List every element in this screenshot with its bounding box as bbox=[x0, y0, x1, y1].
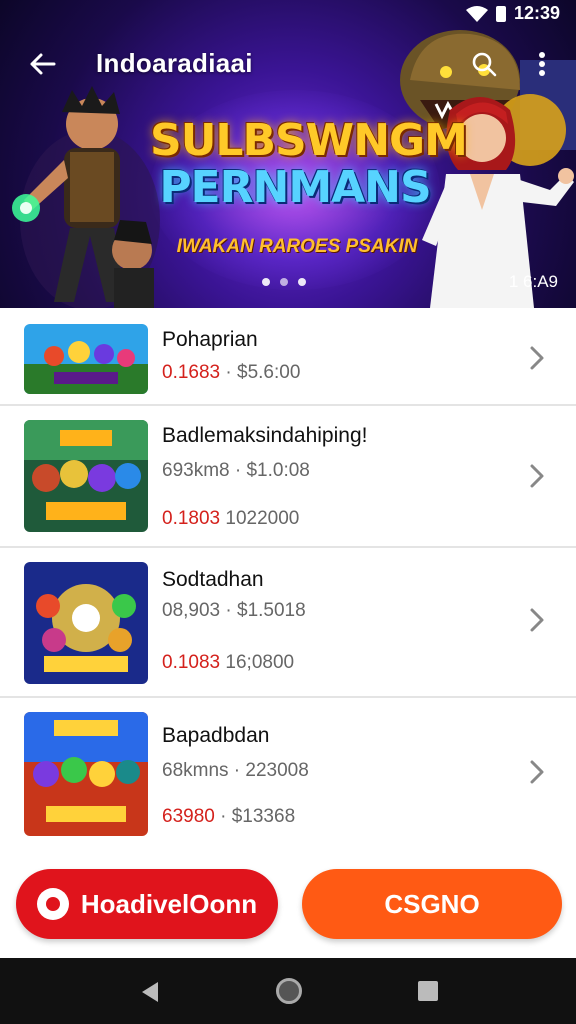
list-item[interactable]: Sodtadhan 08,903 · $1.5018 0.1083 16;080… bbox=[0, 548, 576, 698]
list-item[interactable]: Bapadbdan 68kmns · 223008 63980 · $13368 bbox=[0, 698, 576, 846]
more-vertical-icon bbox=[539, 52, 545, 76]
search-button[interactable] bbox=[464, 44, 504, 84]
status-bar: 12:39 bbox=[0, 0, 576, 28]
game-thumbnail bbox=[24, 712, 148, 836]
primary-action-button[interactable]: HoadivelOonn bbox=[16, 869, 278, 939]
item-title: Bapadbdan bbox=[162, 724, 270, 747]
item-price-row: 0.1803 1022000 bbox=[162, 508, 299, 530]
item-stats-row: 68kmns · 223008 bbox=[162, 760, 309, 782]
list-item[interactable]: Badlemaksindahiping! 693km8 · $1.0:08 0.… bbox=[0, 406, 576, 548]
list-item[interactable]: Pohaprian 0.1683 · $5.6:00 bbox=[0, 308, 576, 406]
banner-page-indicator bbox=[262, 278, 306, 286]
banner-counter: 1 6:A9 bbox=[508, 272, 558, 291]
item-price-red: 0.1803 bbox=[162, 508, 221, 529]
nav-back-icon[interactable] bbox=[140, 980, 160, 1004]
game-thumbnail bbox=[24, 562, 148, 684]
nav-home-icon[interactable] bbox=[276, 978, 302, 1004]
primary-action-label: HoadivelOonn bbox=[80, 888, 258, 919]
item-stats-row: 693km8 · $1.0:08 bbox=[162, 460, 310, 482]
item-price-row: 63980 · $13368 bbox=[162, 806, 295, 828]
record-icon bbox=[36, 888, 69, 920]
game-thumbnail bbox=[24, 420, 148, 532]
more-options-button[interactable] bbox=[522, 44, 562, 84]
item-price-detail: · $13368 bbox=[220, 806, 296, 827]
page-dot[interactable] bbox=[280, 278, 288, 286]
item-price-detail: 1022000 bbox=[225, 508, 300, 529]
item-stats-detail: 68kmns · 223008 bbox=[162, 760, 309, 781]
item-price-row: 0.1683 · $5.6:00 bbox=[162, 362, 300, 384]
item-stats-detail: 08,903 · $1.5018 bbox=[162, 600, 306, 621]
banner-subtitle: IWAKAN RAROES PSAKIN bbox=[176, 236, 418, 257]
item-title: Sodtadhan bbox=[162, 568, 264, 591]
secondary-action-label: CSGNO bbox=[384, 888, 480, 919]
chevron-right-icon[interactable] bbox=[524, 344, 548, 372]
item-price-row: 0.1083 16;0800 bbox=[162, 652, 294, 674]
status-icons: 12:39 bbox=[465, 3, 560, 24]
battery-icon bbox=[495, 5, 506, 22]
chevron-right-icon[interactable] bbox=[524, 606, 548, 634]
chevron-right-icon[interactable] bbox=[524, 462, 548, 490]
page-dot[interactable] bbox=[262, 278, 270, 286]
item-price-red: 63980 bbox=[162, 806, 215, 827]
page-dot[interactable] bbox=[298, 278, 306, 286]
nav-recents-icon[interactable] bbox=[418, 981, 438, 1001]
status-time: 12:39 bbox=[513, 3, 560, 23]
item-stats-row: 08,903 · $1.5018 bbox=[162, 600, 306, 622]
banner-title-line2: PERNMANS bbox=[159, 162, 431, 213]
banner-title: SULBSWNGM PERNMANS bbox=[150, 115, 468, 213]
item-price-detail: · $5.6:00 bbox=[225, 362, 301, 383]
wifi-icon bbox=[465, 5, 488, 22]
promo-banner[interactable]: SULBSWNGM PERNMANS IWAKAN RAROES PSAKIN … bbox=[0, 0, 576, 308]
app-toolbar: Indoaradiaai bbox=[0, 38, 576, 88]
page-title: Indoaradiaai bbox=[96, 48, 253, 78]
item-stats-detail: 693km8 · $1.0:08 bbox=[162, 460, 310, 481]
arrow-left-icon bbox=[30, 53, 56, 75]
item-title: Badlemaksindahiping! bbox=[162, 424, 368, 447]
chevron-right-icon[interactable] bbox=[524, 758, 548, 786]
item-price-red: 0.1683 bbox=[162, 362, 221, 383]
app-screen: SULBSWNGM PERNMANS IWAKAN RAROES PSAKIN … bbox=[0, 0, 576, 1024]
system-navigation-bar bbox=[0, 958, 576, 1024]
item-title: Pohaprian bbox=[162, 328, 258, 351]
item-price-red: 0.1083 bbox=[162, 652, 221, 673]
secondary-action-button[interactable]: CSGNO bbox=[302, 869, 562, 939]
banner-hero-left-art bbox=[12, 86, 160, 308]
game-thumbnail bbox=[24, 324, 148, 394]
banner-title-line1: SULBSWNGM bbox=[150, 115, 468, 166]
search-icon bbox=[472, 52, 497, 77]
back-button[interactable] bbox=[22, 44, 62, 84]
item-price-detail: 16;0800 bbox=[225, 652, 295, 673]
